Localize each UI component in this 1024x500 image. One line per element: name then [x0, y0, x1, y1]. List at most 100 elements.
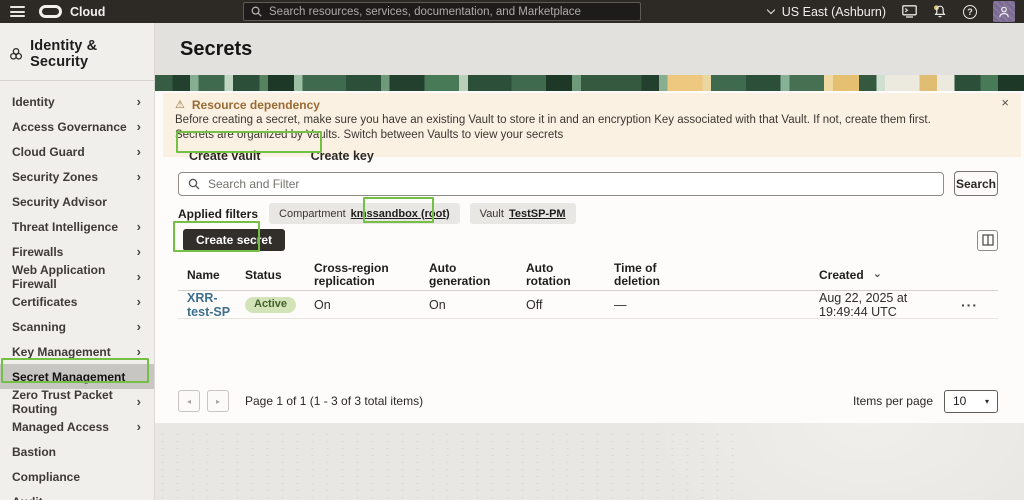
global-search[interactable]: [243, 2, 641, 21]
columns-icon: [981, 234, 994, 246]
bell-icon: [934, 4, 946, 17]
create-secret-button[interactable]: Create secret: [183, 229, 286, 251]
filter-chip-compartment[interactable]: Compartment kmssandbox (root): [269, 203, 460, 224]
filter-chip-vault[interactable]: Vault TestSP-PM: [469, 203, 576, 224]
chevron-right-icon: ›: [136, 119, 141, 134]
sidebar-item-web-application-firewall[interactable]: Web Application Firewall ›: [0, 263, 154, 291]
items-per-page-select[interactable]: 10 ▾: [944, 389, 998, 413]
create-key-button[interactable]: Create key: [297, 147, 388, 165]
cell-auto-generation: On: [429, 297, 446, 312]
chevron-right-icon: ›: [136, 294, 141, 309]
sidebar-item-threat-intelligence[interactable]: Threat Intelligence ›: [0, 214, 154, 239]
search-filter-box[interactable]: [178, 171, 944, 196]
sidebar-item-cloud-guard[interactable]: Cloud Guard ›: [0, 139, 154, 164]
chevron-right-icon: ›: [136, 244, 141, 259]
sidebar-item-access-governance[interactable]: Access Governance ›: [0, 114, 154, 139]
sidebar-header[interactable]: Identity & Security: [0, 23, 154, 80]
col-header-created[interactable]: Created ⌄: [819, 268, 959, 282]
table-row: XRR-test-SP Active On On Off — Aug 22, 2…: [178, 291, 998, 319]
col-header-status: Status: [245, 267, 282, 282]
sidebar-item-firewalls[interactable]: Firewalls ›: [0, 239, 154, 264]
global-search-input[interactable]: [269, 5, 633, 18]
page-header: Secrets: [155, 23, 1024, 75]
page-next-icon: ▸: [215, 396, 220, 406]
user-avatar[interactable]: [993, 1, 1015, 22]
region-label: US East (Ashburn): [781, 4, 886, 19]
oracle-logo-icon[interactable]: [39, 5, 62, 18]
cloud-shell-button[interactable]: [902, 5, 917, 18]
sidebar-item-managed-access[interactable]: Managed Access ›: [0, 414, 154, 439]
sidebar-item-identity[interactable]: Identity ›: [0, 89, 154, 114]
sidebar-item-secret-management[interactable]: Secret Management: [0, 364, 154, 389]
cell-auto-rotation: Off: [526, 297, 543, 312]
vault-link[interactable]: TestSP-PM: [509, 208, 566, 220]
pagination-summary: Page 1 of 1 (1 - 3 of 3 total items): [245, 394, 424, 408]
sidebar-item-key-management[interactable]: Key Management ›: [0, 339, 154, 364]
help-button[interactable]: ?: [963, 4, 977, 19]
sidebar-item-security-advisor[interactable]: Security Advisor: [0, 189, 154, 214]
create-vault-button[interactable]: Create vault: [175, 147, 275, 165]
alert-text-line1: Before creating a secret, make sure you …: [175, 114, 931, 126]
applied-filters-label: Applied filters: [178, 206, 259, 221]
sidebar-item-audit[interactable]: Audit: [0, 489, 154, 500]
cell-created: Aug 22, 2025 at 19:49:44 UTC: [819, 290, 908, 319]
table-empty-space: [178, 319, 998, 389]
sidebar-item-bastion[interactable]: Bastion: [0, 439, 154, 464]
sidebar-item-scanning[interactable]: Scanning ›: [0, 314, 154, 339]
topbar-right: US East (Ashburn) ?: [766, 0, 1015, 23]
dropdown-arrow-icon: ▾: [984, 396, 989, 406]
decorative-banner-art: [155, 75, 1024, 91]
main-area: Secrets ⚠ Resource dependency Before cre…: [155, 23, 1024, 500]
content-panel: ⚠ Resource dependency Before creating a …: [155, 91, 1024, 423]
sidebar-title: Identity & Security: [30, 38, 98, 70]
search-button[interactable]: Search: [954, 171, 998, 196]
col-header-auto-rotation: Auto rotation: [526, 261, 571, 288]
sort-chevron-icon[interactable]: ⌄: [873, 269, 882, 279]
sidebar: Identity & Security Identity › Access Gov…: [0, 23, 155, 500]
page-prev-icon: ◂: [186, 396, 191, 406]
identity-security-icon: [10, 48, 23, 60]
secret-name-link[interactable]: XRR-test-SP: [187, 291, 230, 319]
hamburger-menu-icon[interactable]: [10, 6, 25, 17]
notifications-button[interactable]: [933, 4, 947, 19]
close-icon[interactable]: ×: [1001, 96, 1009, 109]
chevron-right-icon: ›: [136, 219, 141, 234]
actions-row: Create secret: [178, 229, 998, 251]
pagination-row: ◂ ▸ Page 1 of 1 (1 - 3 of 3 total items)…: [178, 389, 998, 413]
status-badge: Active: [245, 296, 297, 313]
search-icon: [251, 6, 262, 17]
alert-text-line2: Secrets are organized by Vaults. Switch …: [175, 128, 564, 141]
col-header-cross-region-replication: Cross-region replication: [314, 261, 389, 288]
previous-page-button[interactable]: ◂: [178, 390, 200, 412]
sidebar-item-zero-trust-packet-routing[interactable]: Zero Trust Packet Routing ›: [0, 388, 154, 416]
warning-icon: ⚠: [175, 98, 185, 111]
chevron-right-icon: ›: [136, 144, 141, 159]
col-header-auto-generation: Auto generation: [429, 261, 491, 288]
secrets-table: Name Status Cross-region replication Aut…: [178, 260, 998, 319]
row-actions-menu-icon[interactable]: ···: [961, 298, 978, 312]
next-page-button[interactable]: ▸: [207, 390, 229, 412]
cell-cross-region-replication: On: [314, 297, 331, 312]
person-icon: [999, 6, 1009, 17]
alert-title: Resource dependency: [191, 98, 320, 112]
sidebar-item-certificates[interactable]: Certificates ›: [0, 289, 154, 314]
col-header-name: Name: [187, 267, 220, 282]
page-background-texture: [155, 423, 1024, 500]
page-title: Secrets: [180, 37, 253, 60]
chevron-right-icon: ›: [136, 169, 141, 184]
chevron-down-icon: [766, 5, 776, 15]
sidebar-item-security-zones[interactable]: Security Zones ›: [0, 164, 154, 189]
sidebar-nav: Identity › Access Governance › Cloud Guard…: [0, 89, 154, 500]
cloud-shell-icon: [902, 5, 917, 18]
help-icon: ?: [963, 4, 977, 19]
sidebar-divider: [0, 80, 154, 81]
chevron-right-icon: ›: [136, 394, 141, 409]
compartment-link[interactable]: kmssandbox (root): [351, 208, 450, 220]
search-filter-input[interactable]: [208, 176, 934, 191]
oci-console-screen: Cloud US East (Ashburn): [0, 0, 1024, 500]
items-per-page-label: Items per page: [852, 394, 933, 408]
region-selector[interactable]: US East (Ashburn): [766, 4, 886, 19]
column-settings-button[interactable]: [977, 229, 998, 251]
sidebar-item-compliance[interactable]: Compliance: [0, 464, 154, 489]
resource-dependency-alert: ⚠ Resource dependency Before creating a …: [163, 93, 1021, 163]
